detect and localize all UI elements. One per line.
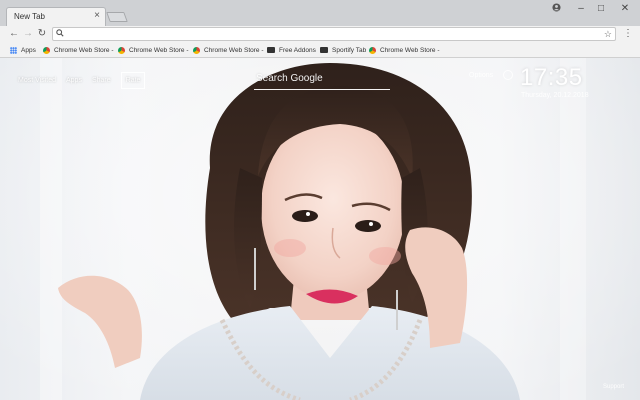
bookmark-free-addons[interactable]: Free Addons xyxy=(267,44,316,56)
window-close-button[interactable]: ✕ xyxy=(618,3,632,15)
bookmark-label: Free Addons xyxy=(279,46,316,54)
bookmark-apps[interactable]: Apps xyxy=(10,44,36,56)
bookmark-label: Chrome Web Store - xyxy=(129,46,189,54)
sportify-icon xyxy=(320,47,328,53)
maximize-button[interactable]: □ xyxy=(594,3,608,15)
date-label: Thursday, 20.12.2018 xyxy=(521,92,589,99)
settings-toggle-icon[interactable] xyxy=(503,70,513,80)
rate-button[interactable]: Rate xyxy=(120,72,146,89)
options-link[interactable]: Options xyxy=(469,72,493,79)
tab-new-tab[interactable]: New Tab × xyxy=(6,7,106,26)
chrome-web-store-icon xyxy=(369,46,376,54)
bookmark-label: Sportify Tab xyxy=(332,46,367,54)
bookmark-label: Apps xyxy=(21,46,36,54)
search-input[interactable]: Search Google xyxy=(254,70,390,90)
minimize-button[interactable]: – xyxy=(574,3,588,15)
bookmark-label: Chrome Web Store - xyxy=(380,46,440,54)
bookmark-chrome-web-store[interactable]: Chrome Web Store - xyxy=(193,44,263,56)
apps-grid-icon xyxy=(10,46,17,54)
new-tab-button[interactable] xyxy=(106,12,128,22)
browser-toolbar: ← → ↻ ☆ ⋮ xyxy=(0,26,640,42)
back-arrow-icon[interactable]: ← xyxy=(8,27,20,41)
background-photo xyxy=(0,58,640,400)
support-link[interactable]: Support xyxy=(603,384,624,390)
most-visited-link[interactable]: Most Visited xyxy=(18,77,56,84)
menu-dots-icon[interactable]: ⋮ xyxy=(622,27,634,41)
apps-link[interactable]: Apps xyxy=(66,77,82,84)
newtab-top-nav: Most Visited Apps Share Rate xyxy=(18,72,146,89)
bookmark-chrome-web-store[interactable]: Chrome Web Store - xyxy=(369,44,439,56)
bookmark-label: Chrome Web Store - xyxy=(54,46,114,54)
new-tab-page: Most Visited Apps Share Rate Search Goog… xyxy=(0,58,640,400)
clock: 17:35 xyxy=(520,64,583,91)
reload-icon[interactable]: ↻ xyxy=(36,27,48,41)
chrome-web-store-icon xyxy=(193,46,200,54)
tab-title: New Tab xyxy=(14,12,45,21)
search-icon xyxy=(56,28,64,40)
addon-icon xyxy=(267,47,275,53)
close-icon[interactable]: × xyxy=(94,10,100,22)
bookmark-chrome-web-store[interactable]: Chrome Web Store - xyxy=(43,44,113,56)
bookmark-sportify-tab[interactable]: Sportify Tab xyxy=(320,44,366,56)
bookmark-label: Chrome Web Store - xyxy=(204,46,264,54)
share-link[interactable]: Share xyxy=(92,77,111,84)
search-placeholder: Search Google xyxy=(256,73,323,84)
account-icon[interactable] xyxy=(549,3,563,16)
tab-strip: New Tab × – □ ✕ xyxy=(0,0,640,26)
forward-arrow-icon[interactable]: → xyxy=(22,27,34,41)
address-bar[interactable]: ☆ xyxy=(52,27,616,41)
bookmark-chrome-web-store[interactable]: Chrome Web Store - xyxy=(118,44,188,56)
chrome-web-store-icon xyxy=(118,46,125,54)
bookmark-star-icon[interactable]: ☆ xyxy=(604,28,612,40)
bookmarks-bar: Apps Chrome Web Store - Chrome Web Store… xyxy=(0,42,640,58)
chrome-web-store-icon xyxy=(43,46,50,54)
